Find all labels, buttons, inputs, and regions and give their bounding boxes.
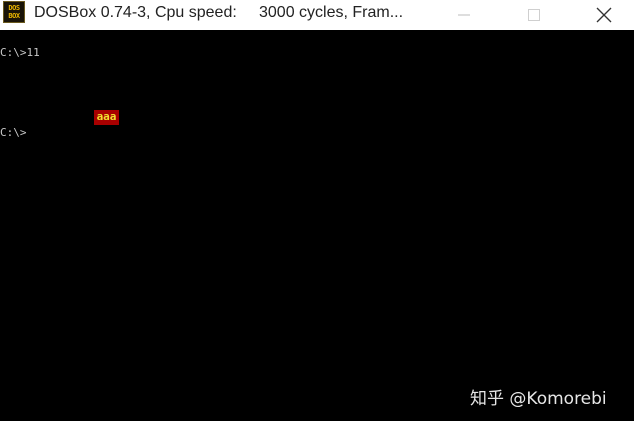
minimize-button[interactable]	[441, 0, 487, 30]
console-prompt: C:\>	[0, 126, 27, 139]
title-bar: DOS BOX DOSBox 0.74-3, Cpu speed: 3000 c…	[0, 0, 634, 30]
maximize-icon	[528, 9, 540, 21]
watermark: 知乎 @Komorebi	[470, 389, 607, 409]
close-icon	[596, 7, 612, 23]
dosbox-icon[interactable]: DOS BOX	[3, 1, 25, 23]
maximize-button[interactable]	[511, 0, 557, 30]
close-button[interactable]	[581, 0, 627, 30]
dos-console[interactable]: C:\>11 aaa C:\>	[0, 30, 634, 421]
window-title: DOSBox 0.74-3, Cpu speed: 3000 cycles, F…	[34, 4, 404, 21]
console-line-command: C:\>11	[0, 46, 40, 59]
highlighted-output: aaa	[94, 110, 119, 125]
icon-text-top: DOS	[8, 4, 20, 12]
minimize-icon	[458, 14, 470, 16]
icon-text-bottom: BOX	[8, 12, 20, 20]
